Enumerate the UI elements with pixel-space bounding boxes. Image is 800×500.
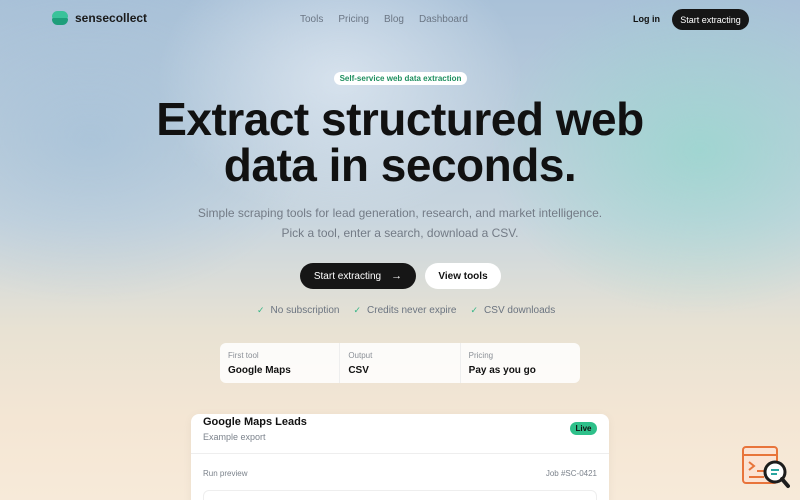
feature-item: ✓ Credits never expire [353, 305, 456, 316]
stat-value: Pay as you go [468, 365, 536, 376]
stat-value: Google Maps [228, 365, 291, 376]
nav-start-extracting-button[interactable]: Start extracting [672, 9, 749, 30]
login-link[interactable]: Log in [633, 14, 660, 24]
card-subtitle: Example export [203, 432, 266, 442]
stats-bar: First tool Google Maps Output CSV Pricin… [220, 343, 580, 383]
search-chat-icon [742, 446, 790, 488]
hero-subtext: Simple scraping tools for lead generatio… [197, 206, 603, 240]
stat-label: Output [348, 351, 373, 360]
stat-output: Output CSV [340, 343, 461, 383]
stat-label: First tool [228, 351, 259, 360]
card-divider [191, 453, 609, 454]
stat-first-tool: First tool Google Maps [220, 343, 341, 383]
feature-item: ✓ No subscription [257, 305, 339, 316]
job-id: Job #SC-0421 [545, 469, 597, 478]
check-icon: ✓ [353, 305, 362, 315]
nav-link-dashboard[interactable]: Dashboard [419, 14, 468, 25]
feature-item: ✓ CSV downloads [471, 305, 556, 316]
stat-pricing: Pricing Pay as you go [461, 343, 580, 383]
nav-link-tools[interactable]: Tools [300, 14, 323, 25]
headline-line-2: data in seconds. [223, 139, 577, 191]
search-chat-widget[interactable] [742, 446, 790, 490]
preview-box [203, 490, 597, 500]
nav-links: Tools Pricing Blog Dashboard [300, 14, 468, 25]
card-title: Google Maps Leads [203, 416, 307, 428]
view-tools-button[interactable]: View tools [425, 263, 501, 289]
start-extracting-label: Start extracting [313, 270, 382, 282]
top-nav: sensecollect Tools Pricing Blog Dashboar… [0, 0, 800, 40]
example-export-card: Google Maps Leads Example export Live Ru… [191, 414, 609, 500]
feature-label: No subscription [270, 305, 340, 316]
nav-link-blog[interactable]: Blog [384, 14, 404, 25]
feature-label: Credits never expire [367, 305, 457, 316]
hero-headline: Extract structured web data in seconds. [0, 96, 800, 188]
stat-label: Pricing [468, 351, 494, 360]
stat-value: CSV [348, 365, 369, 376]
run-preview-label: Run preview [203, 469, 248, 478]
feature-label: CSV downloads [484, 305, 556, 316]
arrow-right-icon: → [391, 270, 403, 282]
hero-tag: Self-service web data extraction [334, 72, 467, 85]
start-extracting-button[interactable]: Start extracting → [300, 263, 416, 289]
logo-icon [52, 11, 68, 25]
brand-name: sensecollect [75, 11, 148, 25]
headline-line-1: Extract structured web [156, 93, 644, 145]
check-icon: ✓ [257, 305, 265, 315]
brand[interactable]: sensecollect [52, 11, 147, 25]
live-badge: Live [570, 422, 597, 435]
feature-list: ✓ No subscription ✓ Credits never expire… [257, 305, 555, 316]
check-icon: ✓ [470, 305, 479, 315]
nav-link-pricing[interactable]: Pricing [338, 14, 369, 25]
